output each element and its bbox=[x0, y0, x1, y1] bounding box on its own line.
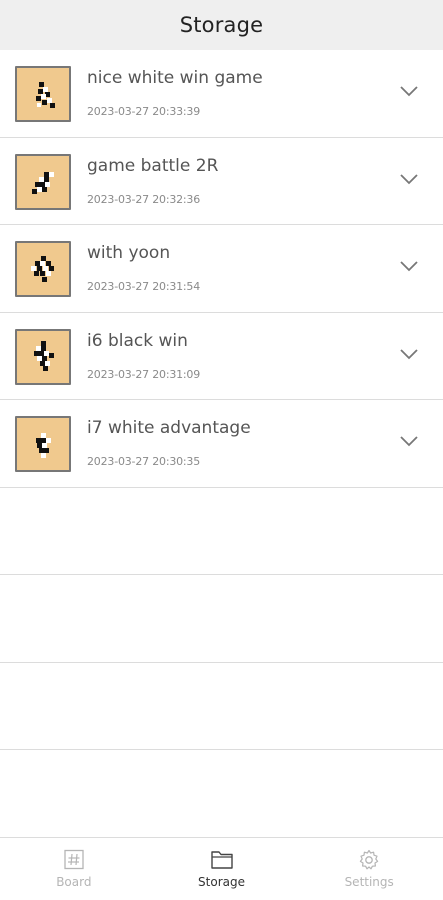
tab-board[interactable]: Board bbox=[0, 838, 148, 900]
game-date: 2023-03-27 20:32:36 bbox=[87, 192, 201, 206]
app-header: Storage bbox=[0, 0, 443, 50]
game-title: i6 black win bbox=[87, 330, 188, 351]
game-list-item[interactable]: nice white win game 2023-03-27 20:33:39 bbox=[0, 50, 443, 138]
game-list-item[interactable]: i6 black win 2023-03-27 20:31:09 bbox=[0, 312, 443, 400]
tab-label: Settings bbox=[344, 875, 394, 889]
game-list-item[interactable]: game battle 2R 2023-03-27 20:32:36 bbox=[0, 137, 443, 225]
bottom-tab-bar: Board Storage Settings bbox=[0, 837, 443, 900]
tab-label: Board bbox=[56, 875, 92, 889]
game-date: 2023-03-27 20:33:39 bbox=[87, 105, 201, 118]
game-list: nice white win game 2023-03-27 20:33:39 … bbox=[0, 50, 443, 750]
folder-icon bbox=[210, 851, 233, 869]
empty-list-slot bbox=[0, 662, 443, 750]
chevron-down-icon[interactable] bbox=[399, 347, 419, 361]
tab-storage[interactable]: Storage bbox=[148, 838, 296, 900]
game-date: 2023-03-27 20:30:35 bbox=[87, 455, 201, 468]
empty-list-slot bbox=[0, 575, 443, 663]
board-thumbnail bbox=[15, 328, 71, 385]
game-list-item[interactable]: with yoon 2023-03-27 20:31:54 bbox=[0, 225, 443, 313]
game-date: 2023-03-27 20:31:54 bbox=[87, 280, 201, 293]
empty-list-slot bbox=[0, 487, 443, 575]
game-title: game battle 2R bbox=[87, 155, 219, 176]
page-title: Storage bbox=[179, 13, 264, 37]
board-thumbnail bbox=[15, 66, 71, 122]
gear-icon bbox=[359, 849, 379, 870]
board-thumbnail bbox=[15, 241, 71, 297]
board-thumbnail bbox=[15, 416, 71, 472]
board-grid-icon bbox=[64, 849, 84, 870]
game-date: 2023-03-27 20:31:09 bbox=[87, 367, 201, 381]
tab-settings[interactable]: Settings bbox=[295, 838, 443, 900]
chevron-down-icon[interactable] bbox=[399, 84, 419, 98]
tab-label: Storage bbox=[198, 875, 245, 889]
game-title: with yoon bbox=[87, 243, 171, 263]
board-thumbnail bbox=[15, 153, 71, 210]
game-title: i7 white advantage bbox=[87, 418, 251, 438]
chevron-down-icon[interactable] bbox=[399, 434, 419, 448]
game-title: nice white win game bbox=[87, 68, 263, 88]
chevron-down-icon[interactable] bbox=[399, 172, 419, 186]
chevron-down-icon[interactable] bbox=[399, 259, 419, 273]
game-list-item[interactable]: i7 white advantage 2023-03-27 20:30:35 bbox=[0, 400, 443, 488]
